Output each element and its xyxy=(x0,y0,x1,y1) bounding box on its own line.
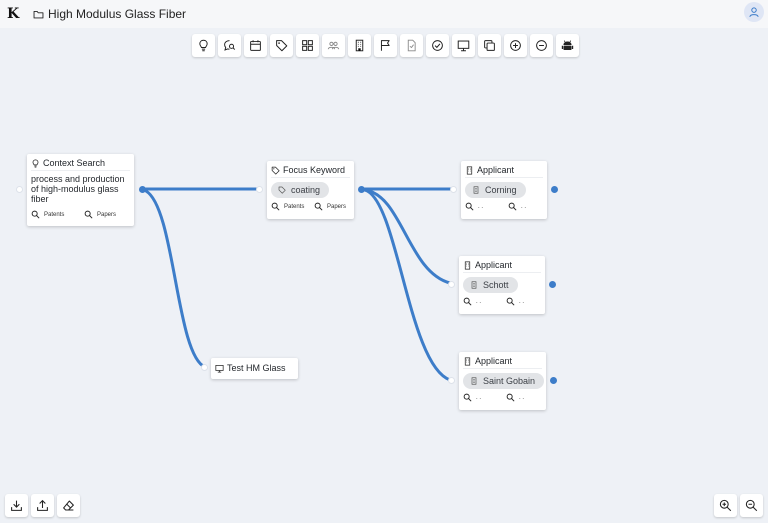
schott-output-port[interactable] xyxy=(549,281,556,288)
patents-search-button[interactable]: . . xyxy=(463,393,506,402)
schott-input-port[interactable] xyxy=(448,281,455,288)
eraser-icon xyxy=(63,500,74,511)
search-icon xyxy=(314,202,323,211)
edge-context-test xyxy=(144,189,207,369)
context-query-text: process and production of high-modulus g… xyxy=(31,174,125,204)
zoom-in-icon xyxy=(719,499,732,512)
lightbulb-icon xyxy=(32,158,39,168)
applicant-chip[interactable]: Schott xyxy=(463,277,518,293)
building-icon xyxy=(464,260,471,270)
applicant-chip[interactable]: Corning xyxy=(465,182,526,198)
patents-search-button[interactable]: . . xyxy=(463,297,506,306)
context-input-port[interactable] xyxy=(16,186,23,193)
download-button[interactable] xyxy=(5,494,28,517)
tag-icon xyxy=(271,166,280,175)
upload-button[interactable] xyxy=(31,494,54,517)
context-search-node[interactable]: Context Search process and production of… xyxy=(27,154,134,226)
corning-output-port[interactable] xyxy=(551,186,558,193)
search-icon xyxy=(463,393,472,402)
upload-icon xyxy=(37,499,48,511)
applicant-node-corning[interactable]: Applicant Corning . . . . xyxy=(461,161,547,219)
node-title: Applicant xyxy=(475,356,513,366)
search-icon xyxy=(271,202,280,211)
patents-search-button[interactable]: Patents xyxy=(31,210,84,219)
zoom-out-icon xyxy=(745,499,758,512)
building-icon xyxy=(471,377,477,385)
focus-keyword-node[interactable]: Focus Keyword coating Patents Papers xyxy=(267,161,354,219)
download-icon xyxy=(11,500,22,511)
corning-input-port[interactable] xyxy=(450,186,457,193)
search-icon xyxy=(465,202,474,211)
node-title: Context Search xyxy=(43,158,106,168)
patents-search-button[interactable]: Patents xyxy=(271,202,314,211)
building-icon xyxy=(464,356,471,366)
papers-search-button[interactable]: Papers xyxy=(314,202,346,211)
saint-gobain-output-port[interactable] xyxy=(550,377,557,384)
tag-icon xyxy=(278,186,286,194)
search-icon xyxy=(506,297,515,306)
node-title: Test HM Glass xyxy=(227,363,286,373)
monitor-icon xyxy=(215,364,224,373)
search-icon xyxy=(463,297,472,306)
focus-output-port[interactable] xyxy=(358,186,365,193)
search-icon xyxy=(84,210,93,219)
focus-input-port[interactable] xyxy=(256,186,263,193)
zoom-in-button[interactable] xyxy=(714,494,737,517)
papers-search-button[interactable]: . . xyxy=(506,393,524,402)
papers-search-button[interactable]: . . xyxy=(506,297,524,306)
papers-search-button[interactable]: . . xyxy=(508,202,526,211)
applicant-node-schott[interactable]: Applicant Schott . . . . xyxy=(459,256,545,314)
building-icon xyxy=(466,165,473,175)
zoom-out-button[interactable] xyxy=(740,494,763,517)
graph-edges xyxy=(144,187,454,382)
applicant-chip[interactable]: Saint Gobain xyxy=(463,373,545,389)
patents-search-button[interactable]: . . xyxy=(465,202,508,211)
node-title: Applicant xyxy=(475,260,513,270)
keyword-chip[interactable]: coating xyxy=(271,182,330,198)
context-output-port[interactable] xyxy=(139,186,146,193)
building-icon xyxy=(473,186,479,194)
search-icon xyxy=(31,210,40,219)
building-icon xyxy=(471,281,477,289)
search-icon xyxy=(508,202,517,211)
node-title: Focus Keyword xyxy=(283,165,346,175)
clear-canvas-button[interactable] xyxy=(57,494,80,517)
search-icon xyxy=(506,393,515,402)
node-title: Applicant xyxy=(477,165,515,175)
papers-search-button[interactable]: Papers xyxy=(84,210,116,219)
edge-focus-saint-gobain xyxy=(363,188,452,382)
test-hm-glass-node[interactable]: Test HM Glass xyxy=(211,358,298,379)
applicant-node-saint-gobain[interactable]: Applicant Saint Gobain . . . . xyxy=(459,352,546,410)
test-input-port[interactable] xyxy=(201,364,208,371)
saint-gobain-input-port[interactable] xyxy=(448,377,455,384)
